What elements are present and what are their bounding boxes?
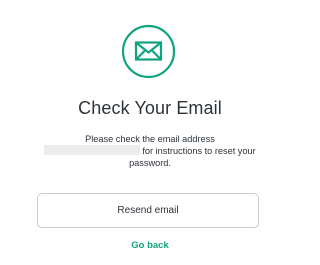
page-title: Check Your Email	[78, 98, 222, 118]
message-line-2: for instructions to reset your	[0, 145, 300, 157]
resend-email-button[interactable]: Resend email	[37, 193, 259, 228]
envelope-icon	[121, 24, 176, 79]
instructions-message: Please check the email address for instr…	[0, 133, 300, 169]
message-line-3: password.	[129, 158, 171, 168]
go-back-link[interactable]: Go back	[0, 240, 300, 251]
message-line-2-text: for instructions to reset your	[142, 146, 256, 156]
message-line-1: Please check the email address	[85, 134, 215, 144]
redacted-email-address	[44, 145, 141, 155]
check-email-page: Check Your Email Please check the email …	[0, 0, 300, 265]
